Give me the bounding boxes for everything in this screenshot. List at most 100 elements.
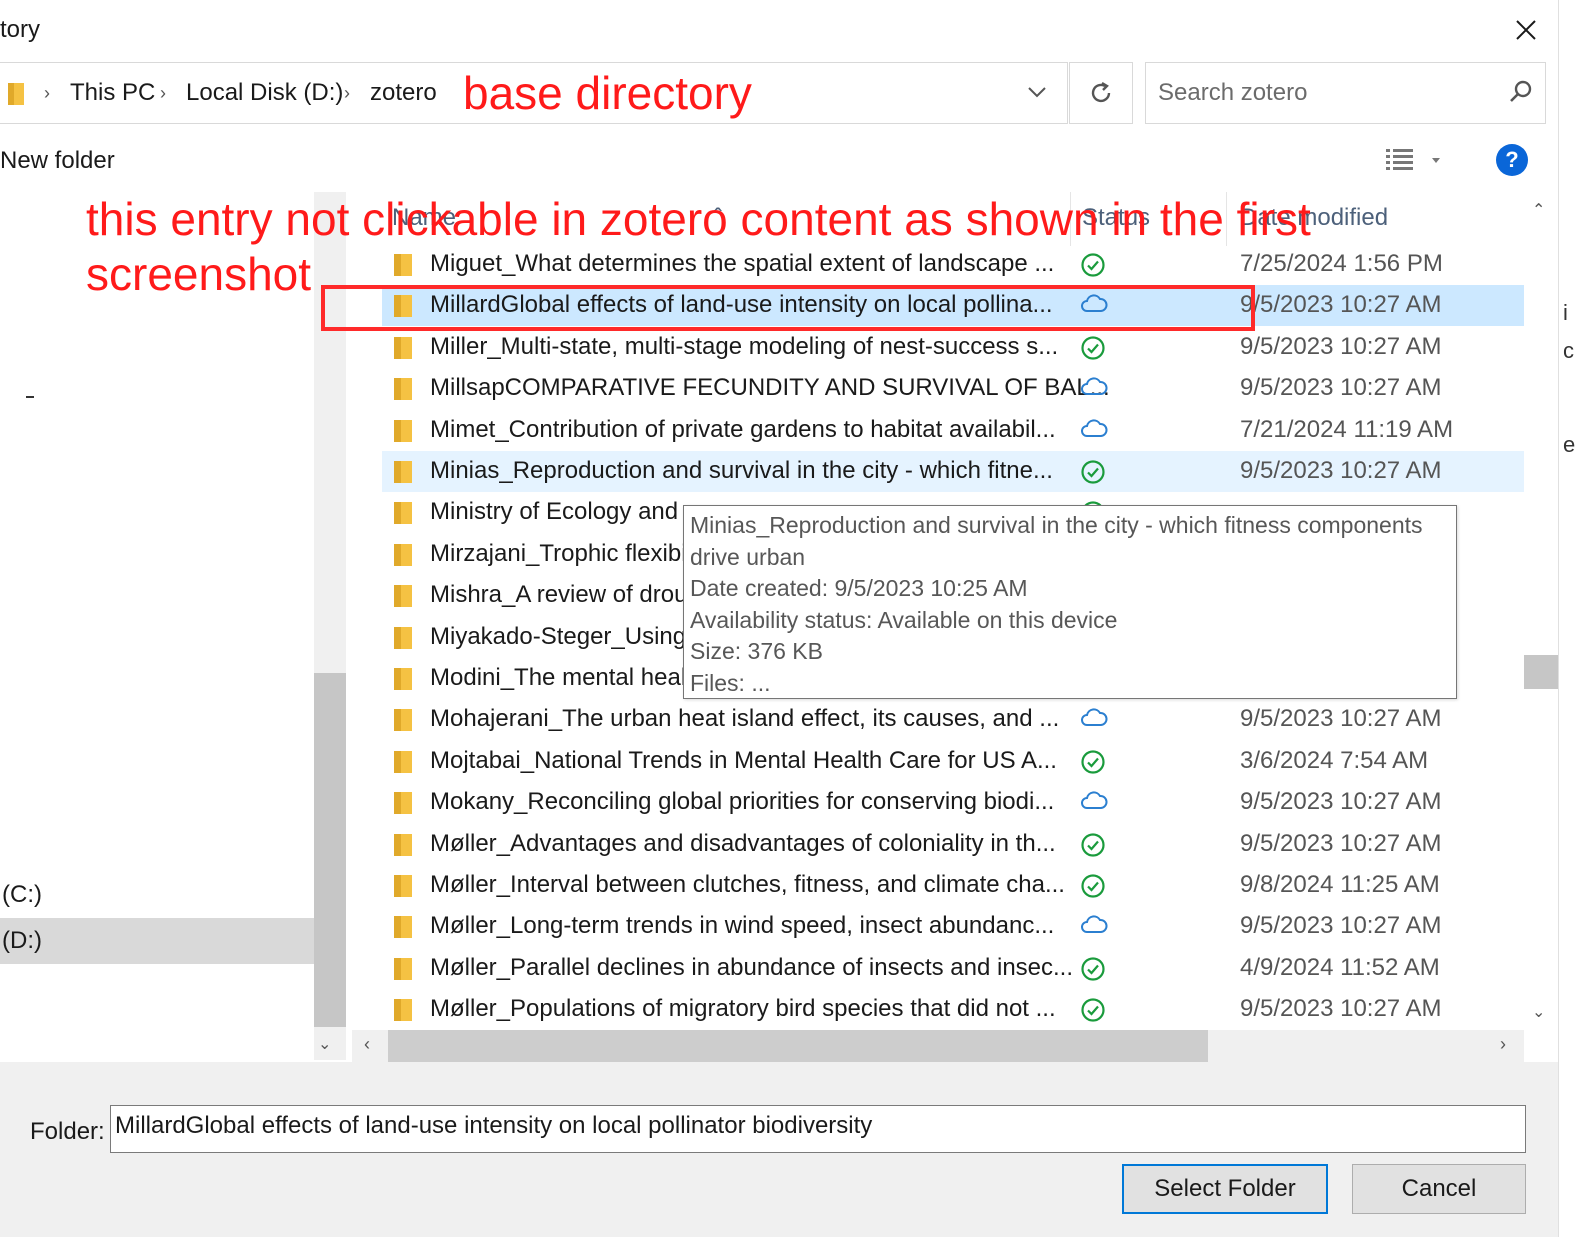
- file-name: Minias_Reproduction and survival in the …: [430, 457, 1053, 484]
- folder-icon: [394, 749, 414, 780]
- folder-icon: [394, 418, 414, 449]
- nav-scroll-down-icon[interactable]: ⌄: [318, 1034, 331, 1054]
- folder-icon: [394, 500, 414, 531]
- file-date: 9/5/2023 10:27 AM: [1240, 788, 1442, 816]
- view-options-button[interactable]: [1384, 145, 1444, 175]
- chevron-down-icon[interactable]: [1026, 81, 1048, 103]
- file-name: Møller_Parallel declines in abundance of…: [430, 953, 1074, 981]
- file-date: 4/9/2024 11:52 AM: [1240, 953, 1440, 981]
- breadcrumb-zotero[interactable]: zotero: [370, 79, 437, 107]
- tooltip-line: Availability status: Available on this d…: [690, 606, 1118, 633]
- cloud-icon: [1080, 376, 1108, 403]
- file-tooltip: Minias_Reproduction and survival in the …: [683, 505, 1457, 699]
- help-button[interactable]: ?: [1496, 144, 1528, 176]
- background-window-edge: i c e: [1558, 0, 1591, 1237]
- folder-icon: [394, 583, 414, 614]
- check-circle-icon: [1080, 956, 1106, 987]
- folder-icon: [394, 956, 414, 987]
- file-row[interactable]: Mokany_Reconciling global priorities for…: [382, 782, 1524, 823]
- file-row[interactable]: Møller_Long-term trends in wind speed, i…: [382, 906, 1524, 947]
- file-row[interactable]: Mojtabai_National Trends in Mental Healt…: [382, 741, 1524, 782]
- chevron-right-icon: ›: [160, 83, 166, 103]
- folder-name-field[interactable]: MillardGlobal effects of land-use intens…: [110, 1105, 1526, 1153]
- folder-icon: [394, 914, 414, 945]
- scroll-right-icon[interactable]: ›: [1500, 1034, 1506, 1055]
- check-circle-icon: [1080, 997, 1106, 1028]
- file-row[interactable]: Møller_Parallel declines in abundance of…: [382, 948, 1524, 989]
- chevron-right-icon: ›: [44, 83, 50, 103]
- check-circle-icon: [1080, 832, 1106, 863]
- file-date: 9/5/2023 10:27 AM: [1240, 912, 1442, 940]
- search-input[interactable]: [1158, 77, 1498, 109]
- horizontal-scrollbar-thumb[interactable]: [388, 1030, 1208, 1062]
- cloud-icon: [1080, 790, 1108, 817]
- nav-item-c-drive[interactable]: (C:): [0, 872, 314, 918]
- folder-icon: [394, 459, 414, 490]
- select-folder-button[interactable]: Select Folder: [1122, 1164, 1328, 1214]
- search-box[interactable]: [1145, 62, 1546, 124]
- file-name: Mishra_A review of drou: [430, 581, 688, 609]
- breadcrumb-this-pc[interactable]: This PC: [70, 79, 155, 107]
- file-row[interactable]: Minias_Reproduction and survival in the …: [382, 451, 1524, 492]
- folder-icon: [394, 625, 414, 656]
- file-date: 9/5/2023 10:27 AM: [1240, 332, 1442, 360]
- tooltip-line: Files: ...: [690, 669, 771, 696]
- file-date: 9/5/2023 10:27 AM: [1240, 829, 1442, 857]
- refresh-button[interactable]: [1069, 62, 1133, 124]
- file-name: Møller_Populations of migratory bird spe…: [430, 995, 1056, 1023]
- file-date: 9/5/2023 10:27 AM: [1240, 705, 1442, 733]
- annotation-entry-note: this entry not clickable in zotero conte…: [86, 192, 1311, 302]
- search-icon[interactable]: [1508, 79, 1534, 105]
- check-circle-icon: [1080, 873, 1106, 904]
- tooltip-line: Minias_Reproduction and survival in the …: [690, 512, 1423, 538]
- folder-icon: [394, 707, 414, 738]
- scroll-up-icon[interactable]: ⌃: [1532, 200, 1545, 220]
- breadcrumb-local-disk[interactable]: Local Disk (D:): [186, 79, 343, 107]
- folder-icon: [394, 997, 414, 1028]
- refresh-icon: [1091, 81, 1111, 103]
- file-name: Møller_Interval between clutches, fitnes…: [430, 871, 1065, 898]
- file-date: 7/21/2024 11:19 AM: [1240, 415, 1454, 443]
- annotation-line-1: this entry not clickable in zotero conte…: [86, 193, 1311, 245]
- new-folder-button[interactable]: New folder: [0, 147, 115, 175]
- check-circle-icon: [1080, 335, 1106, 366]
- file-date: 9/8/2024 11:25 AM: [1240, 871, 1440, 898]
- cancel-button[interactable]: Cancel: [1352, 1164, 1526, 1214]
- file-date: 3/6/2024 7:54 AM: [1240, 746, 1429, 774]
- file-name: Mohajerani_The urban heat island effect,…: [430, 705, 1060, 733]
- file-name: Mimet_Contribution of private gardens to…: [430, 415, 1056, 443]
- close-icon: [1516, 20, 1536, 40]
- file-name: Møller_Long-term trends in wind speed, i…: [430, 912, 1055, 940]
- folder-icon: [394, 790, 414, 821]
- nav-item-d-drive[interactable]: (D:): [0, 918, 314, 964]
- folder-icon: [394, 873, 414, 904]
- folder-icon: [394, 832, 414, 863]
- file-row[interactable]: MillsapCOMPARATIVE FECUNDITY AND SURVIVA…: [382, 368, 1524, 409]
- folder-label: Folder:: [30, 1118, 105, 1145]
- file-name: Mojtabai_National Trends in Mental Healt…: [430, 746, 1057, 774]
- nav-scrollbar-thumb[interactable]: [314, 673, 346, 1027]
- file-name: Miller_Multi-state, multi-stage modeling…: [430, 332, 1059, 360]
- annotation-line-2: screenshot: [86, 248, 312, 301]
- file-list-scrollbar-thumb[interactable]: [1524, 655, 1558, 689]
- annotation-base-directory: base directory: [463, 67, 752, 119]
- cloud-icon: [1080, 707, 1108, 734]
- file-list-scrollbar[interactable]: [1524, 192, 1558, 1028]
- check-circle-icon: [1080, 459, 1106, 490]
- file-row[interactable]: Mohajerani_The urban heat island effect,…: [382, 699, 1524, 740]
- folder-icon: [394, 666, 414, 697]
- folder-icon: [8, 83, 24, 105]
- file-row[interactable]: Møller_Populations of migratory bird spe…: [382, 989, 1524, 1028]
- scroll-down-icon[interactable]: ⌄: [1532, 1002, 1545, 1022]
- check-circle-icon: [1080, 749, 1106, 780]
- close-button[interactable]: [1506, 12, 1546, 48]
- file-row[interactable]: Møller_Interval between clutches, fitnes…: [382, 865, 1524, 906]
- details-view-icon: [1386, 149, 1440, 170]
- scroll-left-icon[interactable]: ‹: [364, 1034, 370, 1055]
- file-row[interactable]: Mimet_Contribution of private gardens to…: [382, 410, 1524, 451]
- file-row[interactable]: Møller_Advantages and disadvantages of c…: [382, 824, 1524, 865]
- file-name: Modini_The mental heal: [430, 664, 687, 691]
- tooltip-line: Size: 376 KB: [690, 638, 823, 665]
- file-row[interactable]: Miller_Multi-state, multi-stage modeling…: [382, 327, 1524, 368]
- folder-icon: [394, 335, 414, 366]
